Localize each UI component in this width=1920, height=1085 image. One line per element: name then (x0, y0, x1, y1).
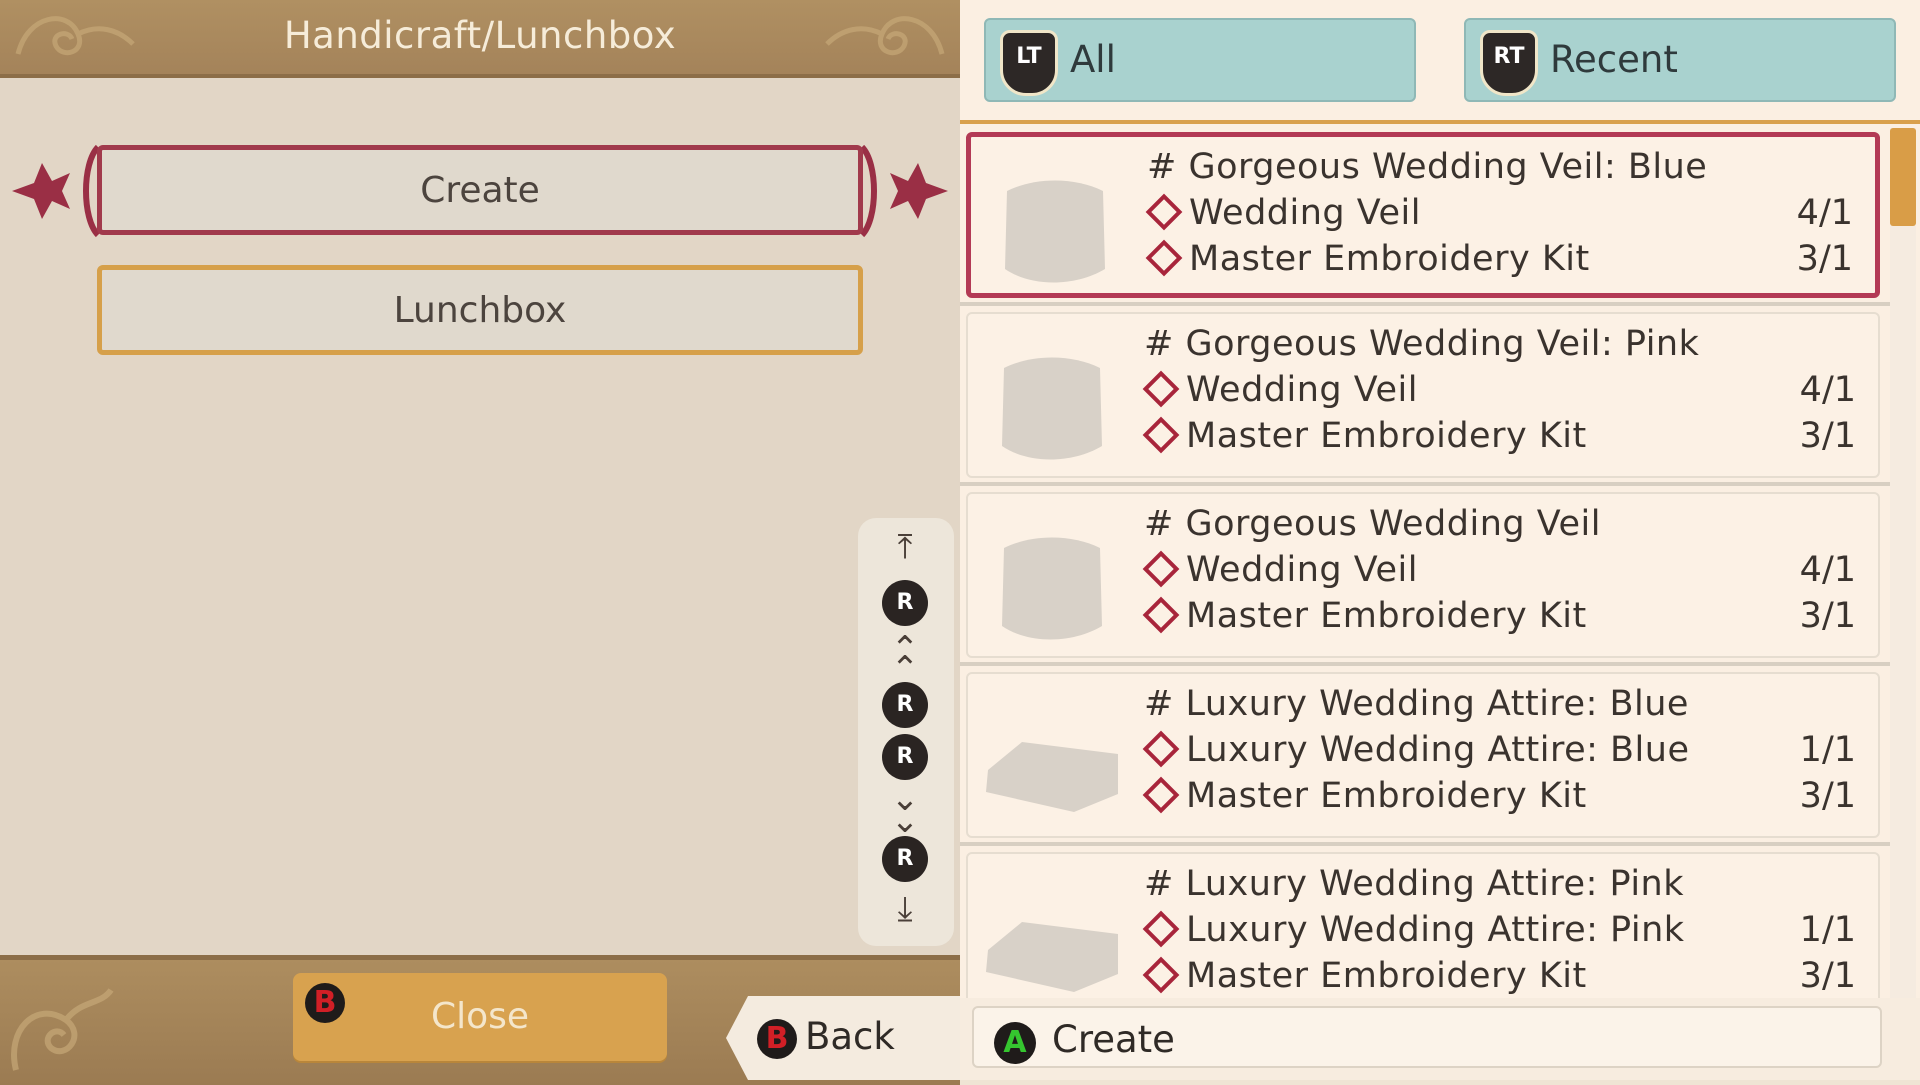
action-footer: A Create (960, 998, 1920, 1080)
material-quantity: 3/1 (1799, 596, 1856, 636)
back-label: Back (805, 1015, 895, 1058)
selection-wing-right-icon (859, 144, 948, 238)
crafting-menu-panel: Handicraft/Lunchbox Create Lunchbox ⤒ R … (0, 0, 960, 1085)
rt-button-icon: RT (1480, 30, 1538, 96)
diamond-bullet-icon (1142, 596, 1180, 634)
recipe-item[interactable]: # Gorgeous Wedding Veil: Pink Wedding Ve… (966, 312, 1880, 478)
recipe-item[interactable]: # Gorgeous Wedding Veil: Blue Wedding Ve… (966, 132, 1880, 298)
create-label: Create (1052, 1018, 1175, 1061)
diamond-bullet-icon (1142, 910, 1180, 948)
diamond-bullet-icon (1142, 776, 1180, 814)
tab-all-label: All (1070, 38, 1116, 81)
diamond-bullet-icon (1142, 370, 1180, 408)
material-quantity: 1/1 (1799, 730, 1856, 770)
material-quantity: 4/1 (1799, 550, 1856, 590)
recipe-item[interactable]: # Luxury Wedding Attire: Blue Luxury Wed… (966, 672, 1880, 838)
page-title: Handicraft/Lunchbox (283, 14, 677, 57)
tab-all[interactable]: LT All (984, 18, 1416, 102)
attire-icon (986, 742, 1118, 812)
diamond-bullet-icon (1142, 416, 1180, 454)
tab-recent-label: Recent (1550, 38, 1678, 81)
material-row: Luxury Wedding Attire: Pink (1142, 910, 1685, 950)
diamond-bullet-icon (1142, 550, 1180, 588)
material-row: Wedding Veil (1142, 370, 1418, 410)
row-divider (960, 842, 1890, 846)
material-row: Luxury Wedding Attire: Blue (1142, 730, 1690, 770)
lunchbox-menu-button[interactable]: Lunchbox (97, 265, 863, 355)
scroll-controls: ⤒ R ⌃ ⌃ R R ⌄ ⌄ R ⤓ (858, 518, 954, 946)
row-divider (960, 302, 1890, 306)
scroll-bottom-icon[interactable]: ⤓ (880, 892, 930, 926)
r-stick-right-icon[interactable]: R (882, 734, 928, 780)
material-name: Master Embroidery Kit (1186, 596, 1587, 636)
header-bar: Handicraft/Lunchbox (0, 0, 960, 78)
close-button[interactable]: Close (293, 973, 667, 1061)
material-quantity: 3/1 (1799, 776, 1856, 816)
veil-icon (1002, 537, 1102, 640)
material-name: Master Embroidery Kit (1189, 239, 1590, 279)
material-name: Master Embroidery Kit (1186, 956, 1587, 996)
row-divider (960, 662, 1890, 666)
material-row: Master Embroidery Kit (1142, 596, 1587, 636)
lt-button-icon: LT (1000, 30, 1058, 96)
attire-icon (986, 922, 1118, 992)
tab-recent[interactable]: RT Recent (1464, 18, 1896, 102)
flourish-ornament-icon (11, 988, 114, 1071)
recipe-name: # Gorgeous Wedding Veil (1144, 504, 1601, 544)
material-quantity: 3/1 (1799, 956, 1856, 996)
scroll-top-icon[interactable]: ⤒ (880, 530, 930, 564)
material-row: Master Embroidery Kit (1142, 776, 1587, 816)
material-name: Luxury Wedding Attire: Blue (1186, 730, 1690, 770)
diamond-bullet-icon (1145, 193, 1183, 231)
material-name: Master Embroidery Kit (1186, 776, 1587, 816)
material-quantity: 4/1 (1799, 370, 1856, 410)
r-stick-down-icon[interactable]: R (882, 836, 928, 882)
b-button-icon: B (757, 1019, 797, 1059)
material-quantity: 1/1 (1799, 910, 1856, 950)
scrollbar-thumb[interactable] (1890, 128, 1916, 226)
page-down-icon: ⌄ (890, 801, 920, 841)
r-stick-left-icon[interactable]: R (882, 682, 928, 728)
recipe-name: # Gorgeous Wedding Veil: Pink (1144, 324, 1700, 364)
material-row: Master Embroidery Kit (1142, 416, 1587, 456)
diamond-bullet-icon (1145, 239, 1183, 277)
material-quantity: 4/1 (1796, 193, 1853, 233)
veil-icon (1005, 180, 1105, 283)
recipe-item[interactable]: # Luxury Wedding Attire: Pink Luxury Wed… (966, 852, 1880, 998)
diamond-bullet-icon (1142, 956, 1180, 994)
material-name: Wedding Veil (1186, 370, 1418, 410)
material-row: Wedding Veil (1145, 193, 1421, 233)
recipe-name: # Gorgeous Wedding Veil: Blue (1147, 147, 1708, 187)
selection-wing-left-icon (12, 144, 101, 238)
tab-divider (960, 120, 1920, 124)
create-menu-button[interactable]: Create (97, 145, 863, 235)
material-row: Master Embroidery Kit (1142, 956, 1587, 996)
row-divider (960, 482, 1890, 486)
list-scrollbar[interactable] (1890, 128, 1916, 998)
recipe-list-panel: LT All RT Recent # Gorgeous Wedding Veil… (960, 0, 1920, 1080)
material-name: Luxury Wedding Attire: Pink (1186, 910, 1685, 950)
material-quantity: 3/1 (1796, 239, 1853, 279)
material-row: Master Embroidery Kit (1145, 239, 1590, 279)
recipe-item[interactable]: # Gorgeous Wedding Veil Wedding Veil 4/1… (966, 492, 1880, 658)
page-up-icon: ⌃ (890, 649, 920, 689)
recipe-name: # Luxury Wedding Attire: Pink (1144, 864, 1684, 904)
create-button[interactable]: A Create (972, 1006, 1882, 1068)
material-name: Wedding Veil (1189, 193, 1421, 233)
diamond-bullet-icon (1142, 730, 1180, 768)
recipe-list: # Gorgeous Wedding Veil: Blue Wedding Ve… (960, 128, 1890, 998)
r-stick-up-icon[interactable]: R (882, 580, 928, 626)
b-button-icon: B (305, 983, 345, 1023)
material-name: Wedding Veil (1186, 550, 1418, 590)
recipe-name: # Luxury Wedding Attire: Blue (1144, 684, 1689, 724)
veil-icon (1002, 357, 1102, 460)
material-name: Master Embroidery Kit (1186, 416, 1587, 456)
a-button-icon: A (994, 1022, 1036, 1064)
material-row: Wedding Veil (1142, 550, 1418, 590)
material-quantity: 3/1 (1799, 416, 1856, 456)
close-label: Close (430, 996, 530, 1037)
